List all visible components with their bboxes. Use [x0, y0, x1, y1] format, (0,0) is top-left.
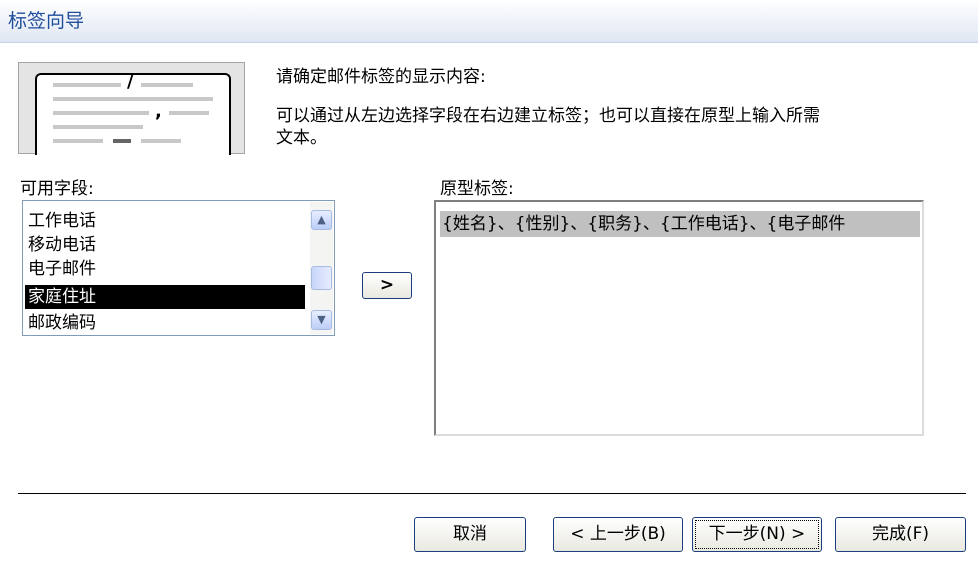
label-card-graphic: / , [35, 73, 231, 155]
preview-line [53, 97, 213, 101]
preview-comma-glyph: , [155, 101, 162, 122]
available-fields-label: 可用字段: [20, 179, 94, 199]
preview-dash [113, 139, 131, 143]
add-field-button[interactable]: > [362, 272, 412, 299]
scroll-up-button[interactable]: ▲ [311, 210, 332, 230]
next-button[interactable]: 下一步(N) > [692, 517, 822, 552]
preview-line [53, 125, 143, 129]
list-item[interactable]: 电子邮件 [25, 257, 305, 281]
available-fields-list[interactable]: 工作电话 移动电话 电子邮件 家庭住址 邮政编码 ▲ ▼ [22, 200, 335, 336]
list-item[interactable]: 工作电话 [25, 209, 305, 233]
list-item[interactable]: 移动电话 [25, 233, 305, 257]
prototype-line[interactable]: {姓名}、{性别}、{职务}、{工作电话}、{电子邮件 [440, 211, 920, 237]
scroll-thumb[interactable] [311, 266, 332, 290]
list-scrollbar[interactable]: ▲ ▼ [310, 202, 333, 334]
scroll-down-button[interactable]: ▼ [311, 310, 332, 330]
window-title: 标签向导 [8, 10, 85, 32]
title-bar: 标签向导 [0, 0, 978, 43]
prototype-label-editor[interactable]: {姓名}、{性别}、{职务}、{工作电话}、{电子邮件 [434, 200, 924, 436]
instruction-line: 可以通过从左边选择字段在右边建立标签；也可以直接在原型上输入所需 [276, 106, 820, 126]
back-button[interactable]: < 上一步(B) [553, 517, 683, 552]
instruction-line: 文本。 [276, 128, 327, 148]
footer-separator [18, 493, 966, 494]
chevron-down-icon: ▼ [317, 313, 326, 326]
instruction-heading: 请确定邮件标签的显示内容: [276, 67, 486, 87]
preview-line [53, 83, 121, 87]
list-item-selected[interactable]: 家庭住址 [25, 285, 305, 309]
label-preview-image: / , [18, 62, 245, 155]
preview-line [169, 111, 209, 115]
preview-line [53, 139, 103, 143]
cancel-button[interactable]: 取消 [414, 517, 526, 552]
chevron-up-icon: ▲ [317, 213, 326, 226]
prototype-label: 原型标签: [440, 179, 514, 199]
preview-line [141, 139, 181, 143]
preview-slash-glyph: / [127, 71, 134, 92]
preview-line [53, 111, 149, 115]
finish-button[interactable]: 完成(F) [835, 517, 966, 552]
preview-line [141, 83, 193, 87]
list-item[interactable]: 邮政编码 [25, 311, 305, 335]
